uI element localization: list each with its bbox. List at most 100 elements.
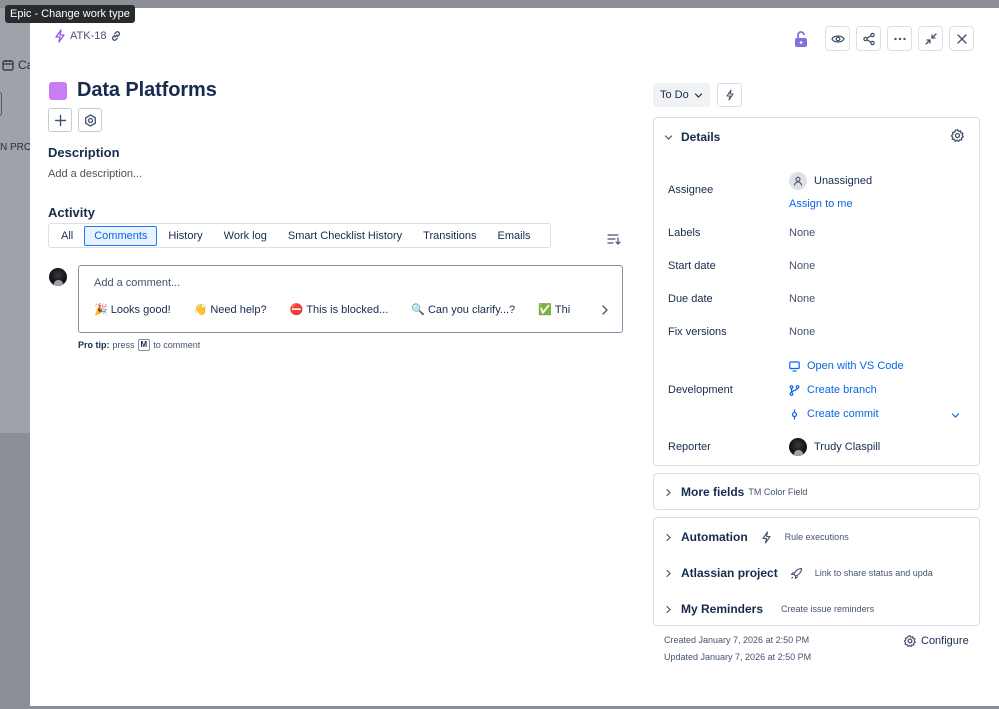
issue-key[interactable]: ATK-18	[70, 30, 106, 42]
quick-reply-emoji: ⛔	[289, 304, 304, 316]
quick-reply-emoji: 🎉	[94, 304, 108, 316]
assign-to-me-link[interactable]: Assign to me	[789, 198, 853, 210]
integrations-panel: Automation Rule executions Atlassian pro…	[653, 517, 980, 626]
sort-icon[interactable]	[607, 232, 621, 246]
issue-modal: ATK-18 Data Platforms Description Add a …	[30, 8, 999, 706]
labels-value[interactable]: None	[789, 227, 815, 239]
fix-versions-value[interactable]: None	[789, 326, 815, 338]
activity-heading: Activity	[48, 205, 95, 220]
rocket-icon	[790, 567, 802, 579]
link-icon[interactable]	[110, 30, 122, 42]
quick-reply-chip[interactable]: ✅ Thi	[538, 303, 571, 317]
add-button[interactable]	[48, 108, 72, 132]
quick-replies: 🎉 Looks good! 👋 Need help? ⛔ This is blocked.…	[94, 303, 594, 317]
tab-history[interactable]: History	[158, 226, 212, 246]
reminders-row[interactable]: My Reminders Create issue reminders	[664, 602, 874, 616]
create-branch-link[interactable]: Create branch	[789, 384, 877, 396]
close-button[interactable]	[949, 26, 974, 51]
minimize-button[interactable]	[918, 26, 943, 51]
issue-title[interactable]: Data Platforms	[77, 79, 217, 102]
description-field[interactable]: Add a description...	[48, 168, 142, 180]
chevron-down-icon	[694, 92, 702, 98]
pro-tip: Pro tip: press M to comment	[78, 339, 200, 351]
tab-work-log[interactable]: Work log	[214, 226, 277, 246]
eye-icon	[830, 34, 845, 43]
quick-reply-text: This is blocked...	[306, 303, 389, 316]
gear-icon[interactable]	[951, 129, 964, 142]
quick-reply-text: Need help?	[210, 303, 267, 316]
assignee-label: Assignee	[668, 184, 714, 196]
quick-reply-chip[interactable]: 🎉 Looks good!	[94, 303, 171, 317]
labels-label: Labels	[668, 227, 701, 239]
due-date-value[interactable]: None	[789, 293, 815, 305]
tab-comments[interactable]: Comments	[84, 225, 158, 246]
apps-button[interactable]	[78, 108, 102, 132]
quick-reply-chip[interactable]: 👋 Need help?	[193, 303, 267, 317]
open-vscode-link[interactable]: Open with VS Code	[789, 360, 904, 372]
automation-button[interactable]	[717, 83, 742, 107]
create-branch-text: Create branch	[807, 384, 877, 396]
chevron-right-icon	[666, 605, 671, 613]
reminders-note: Create issue reminders	[781, 604, 875, 614]
minimize-icon	[924, 32, 937, 45]
epic-icon[interactable]	[54, 29, 66, 43]
work-type-swatch[interactable]	[49, 81, 67, 100]
details-heading: Details	[681, 130, 721, 144]
tab-emails[interactable]: Emails	[488, 226, 541, 246]
more-fields-heading: More fields	[681, 485, 745, 499]
chevron-right-icon	[666, 569, 671, 577]
lightning-icon	[762, 530, 771, 544]
due-date-label: Due date	[668, 293, 713, 305]
comment-editor[interactable]: Add a comment... 🎉 Looks good! 👋 Need help?…	[78, 265, 623, 333]
quick-reply-text: Looks good!	[110, 303, 171, 316]
watch-button[interactable]	[825, 26, 850, 51]
status-dropdown[interactable]: To Do	[653, 83, 710, 107]
reporter-value[interactable]: Trudy Claspill	[789, 438, 880, 456]
pro-tip-suffix: to comment	[153, 340, 201, 350]
chevron-right-icon[interactable]	[600, 304, 610, 316]
more-fields-note: TM Color Field	[748, 487, 808, 497]
chevron-right-icon	[666, 533, 671, 541]
more-icon	[893, 37, 906, 40]
quick-reply-text: Thi	[554, 303, 571, 316]
tab-smart-checklist-history[interactable]: Smart Checklist History	[278, 226, 412, 246]
person-icon	[789, 172, 807, 190]
quick-reply-chip[interactable]: ⛔ This is blocked...	[289, 303, 389, 317]
title-row: Data Platforms	[49, 79, 217, 102]
quick-reply-chip[interactable]: 🔍 Can you clarify...?	[411, 303, 515, 317]
branch-icon	[789, 384, 800, 396]
tab-transitions[interactable]: Transitions	[413, 226, 486, 246]
reporter-label: Reporter	[668, 441, 711, 453]
header-actions	[793, 26, 974, 51]
development-label: Development	[668, 384, 733, 396]
create-commit-text: Create commit	[807, 408, 879, 420]
monitor-icon	[789, 360, 800, 372]
share-button[interactable]	[856, 26, 881, 51]
tooltip: Epic - Change work type	[5, 5, 135, 23]
commit-icon	[791, 409, 798, 419]
more-fields-panel[interactable]: More fields TM Color Field	[653, 473, 980, 510]
shortcut-key: M	[137, 339, 151, 351]
tab-all[interactable]: All	[51, 226, 83, 246]
more-fields-header[interactable]: More fields TM Color Field	[664, 485, 807, 499]
calendar-icon	[2, 60, 14, 71]
more-actions-button[interactable]	[887, 26, 912, 51]
start-date-value[interactable]: None	[789, 260, 815, 272]
chevron-down-icon[interactable]	[951, 411, 960, 420]
comment-placeholder[interactable]: Add a comment...	[94, 277, 180, 289]
chevron-down-icon	[664, 134, 673, 140]
user-avatar	[49, 268, 67, 286]
issue-key-breadcrumb[interactable]: ATK-18	[54, 29, 122, 43]
create-commit-link[interactable]: Create commit	[789, 408, 879, 420]
updated-timestamp: Updated January 7, 2026 at 2:50 PM	[664, 652, 812, 662]
chevron-right-icon	[666, 488, 671, 496]
details-header[interactable]: Details	[664, 130, 720, 144]
configure-button[interactable]: Configure	[904, 635, 969, 647]
automation-row[interactable]: Automation Rule executions	[664, 530, 849, 544]
quick-reply-emoji: 👋	[193, 304, 208, 316]
open-vscode-text: Open with VS Code	[807, 360, 904, 372]
details-panel: Details Assignee Unassigned Assign to me…	[653, 117, 980, 466]
assignee-value[interactable]: Unassigned	[789, 172, 872, 190]
atlassian-project-row[interactable]: Atlassian project Link to share status a…	[664, 566, 933, 580]
lock-icon[interactable]	[793, 30, 809, 48]
